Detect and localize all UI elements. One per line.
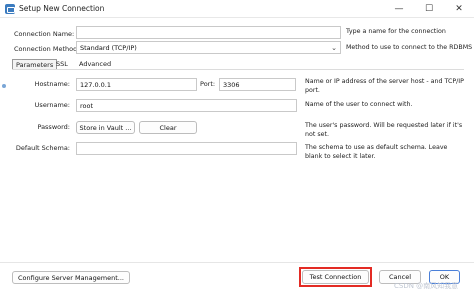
- hostname-input[interactable]: 127.0.0.1: [76, 78, 197, 91]
- password-help: The user's password. Will be requested l…: [305, 122, 463, 138]
- store-in-vault-button[interactable]: Store in Vault ...: [76, 121, 135, 134]
- port-input[interactable]: 3306: [219, 78, 296, 91]
- default-schema-help: The schema to use as default schema. Lea…: [305, 144, 448, 160]
- minimize-button[interactable]: —: [384, 0, 414, 18]
- maximize-button[interactable]: ☐: [414, 0, 444, 18]
- test-connection-button[interactable]: Test Connection: [302, 270, 369, 284]
- hostname-label: Hostname:: [34, 80, 70, 88]
- password-label: Password:: [37, 123, 70, 131]
- footer-divider: [0, 262, 474, 263]
- clear-password-button[interactable]: Clear: [139, 121, 197, 134]
- username-input[interactable]: root: [76, 99, 297, 112]
- port-label: Port:: [200, 80, 216, 88]
- chevron-down-icon: ⌄: [331, 44, 337, 52]
- connection-method-select[interactable]: Standard (TCP/IP) ⌄: [76, 41, 341, 54]
- connection-name-help: Type a name for the connection: [346, 28, 446, 35]
- edge-artifact: [2, 84, 6, 88]
- close-button[interactable]: ✕: [444, 0, 474, 18]
- connection-method-label: Connection Method:: [14, 45, 80, 53]
- username-help: Name of the user to connect with.: [305, 101, 413, 108]
- watermark: CSDN @南风知我意: [394, 282, 459, 290]
- tab-divider: [12, 69, 464, 70]
- connection-name-input[interactable]: [76, 26, 341, 39]
- app-icon: [5, 4, 15, 14]
- default-schema-label: Default Schema:: [15, 144, 70, 152]
- default-schema-input[interactable]: [76, 142, 297, 155]
- connection-name-label: Connection Name:: [14, 30, 75, 38]
- host-help: Name or IP address of the server host - …: [305, 78, 464, 94]
- configure-server-management-button[interactable]: Configure Server Management...: [12, 271, 130, 284]
- connection-method-help: Method to use to connect to the RDBMS: [346, 44, 473, 51]
- window-title: Setup New Connection: [19, 4, 105, 13]
- connection-method-value: Standard (TCP/IP): [80, 44, 137, 52]
- username-label: Username:: [34, 101, 70, 109]
